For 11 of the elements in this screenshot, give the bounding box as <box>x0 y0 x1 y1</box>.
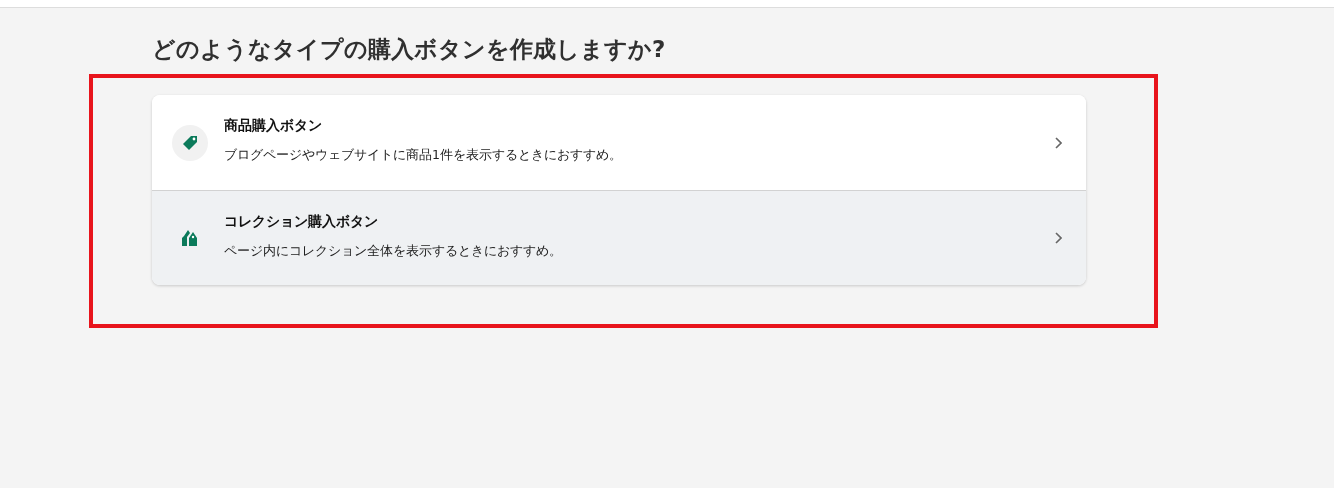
option-description: ページ内にコレクション全体を表示するときにおすすめ。 <box>224 242 563 260</box>
chevron-right-icon <box>1054 232 1062 244</box>
option-row[interactable]: 商品購入ボタン ブログページやウェブサイトに商品1件を表示するときにおすすめ。 <box>152 95 1086 190</box>
option-title: コレクション購入ボタン <box>224 212 379 231</box>
chevron-right-icon <box>1054 136 1062 149</box>
tags-icon <box>180 228 200 248</box>
page-heading: どのようなタイプの購入ボタンを作成しますか? <box>152 35 667 64</box>
option-title: 商品購入ボタン <box>224 117 323 135</box>
option-row[interactable]: コレクション購入ボタン ページ内にコレクション全体を表示するときにおすすめ。 <box>152 190 1086 285</box>
tag-icon <box>181 133 199 152</box>
option-description: ブログページやウェブサイトに商品1件を表示するときにおすすめ。 <box>224 147 623 164</box>
